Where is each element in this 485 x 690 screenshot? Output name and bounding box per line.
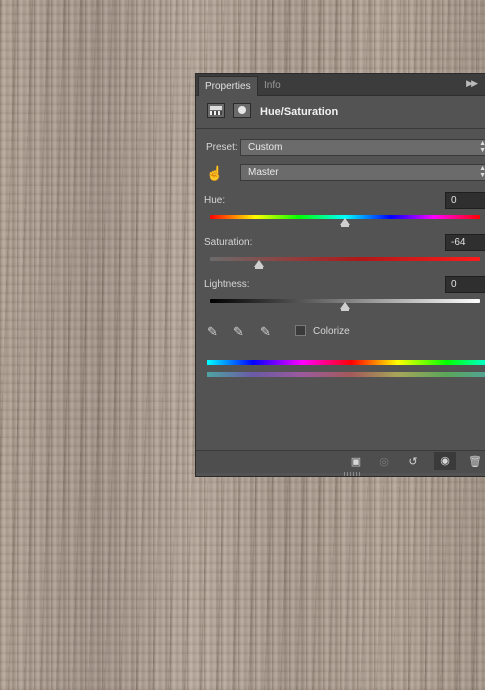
panel-tab-bar: Properties Info ▶▶ [196, 74, 485, 96]
clip-to-layer-icon[interactable]: ▣ [348, 455, 364, 469]
tab-info[interactable]: Info [258, 76, 287, 95]
delete-icon[interactable]: 🗑 [467, 455, 483, 469]
preset-select[interactable]: Custom ▲ ▼ [240, 139, 485, 156]
hue-saturation-icon[interactable] [207, 103, 225, 118]
layer-mask-icon[interactable] [233, 103, 251, 118]
hue-slider-thumb[interactable] [340, 218, 350, 227]
colorize-checkbox[interactable] [295, 325, 306, 336]
input-color-bar [207, 360, 485, 365]
toggle-visibility-icon[interactable]: ◉ [434, 452, 456, 470]
preset-label: Preset: [206, 142, 238, 153]
panel-resize-grip[interactable] [344, 472, 362, 476]
channel-value: Master [248, 167, 279, 178]
adjustment-header: Hue/Saturation [196, 96, 485, 129]
preset-value: Custom [248, 142, 283, 153]
saturation-field[interactable]: -64 [445, 234, 485, 251]
adjustment-title: Hue/Saturation [260, 106, 339, 118]
panel-footer: ▣ ◎ ↺ ◉ 🗑 [196, 450, 485, 473]
hue-field[interactable]: 0 [445, 192, 485, 209]
tab-properties[interactable]: Properties [198, 76, 258, 96]
properties-panel: Properties Info ▶▶ Hue/Saturation Preset… [195, 73, 485, 477]
channel-select[interactable]: Master ▲ ▼ [240, 164, 485, 181]
lightness-label: Lightness: [204, 279, 250, 290]
targeted-adjustment-hand-icon[interactable]: ☝ [206, 164, 226, 182]
lightness-field[interactable]: 0 [445, 276, 485, 293]
double-chevron-right-icon[interactable]: ▶▶ [466, 78, 478, 89]
saturation-slider-thumb[interactable] [253, 260, 264, 269]
saturation-label: Saturation: [204, 237, 253, 248]
output-color-bar [207, 372, 485, 377]
hue-label: Hue: [204, 195, 226, 206]
eyedropper-icon[interactable]: ✎ [207, 324, 223, 340]
eyedropper-subtract-icon[interactable]: ✎ [260, 324, 276, 340]
select-arrows-icon: ▲ ▼ [479, 140, 485, 154]
reset-icon[interactable]: ↺ [405, 455, 421, 469]
eyedropper-add-icon[interactable]: ✎ [233, 324, 249, 340]
select-arrows-icon: ▲ ▼ [479, 165, 485, 179]
colorize-label: Colorize [313, 326, 350, 337]
saturation-slider-track[interactable] [210, 257, 480, 261]
lightness-slider-thumb[interactable] [340, 302, 350, 311]
view-previous-state-icon[interactable]: ◎ [376, 455, 392, 469]
